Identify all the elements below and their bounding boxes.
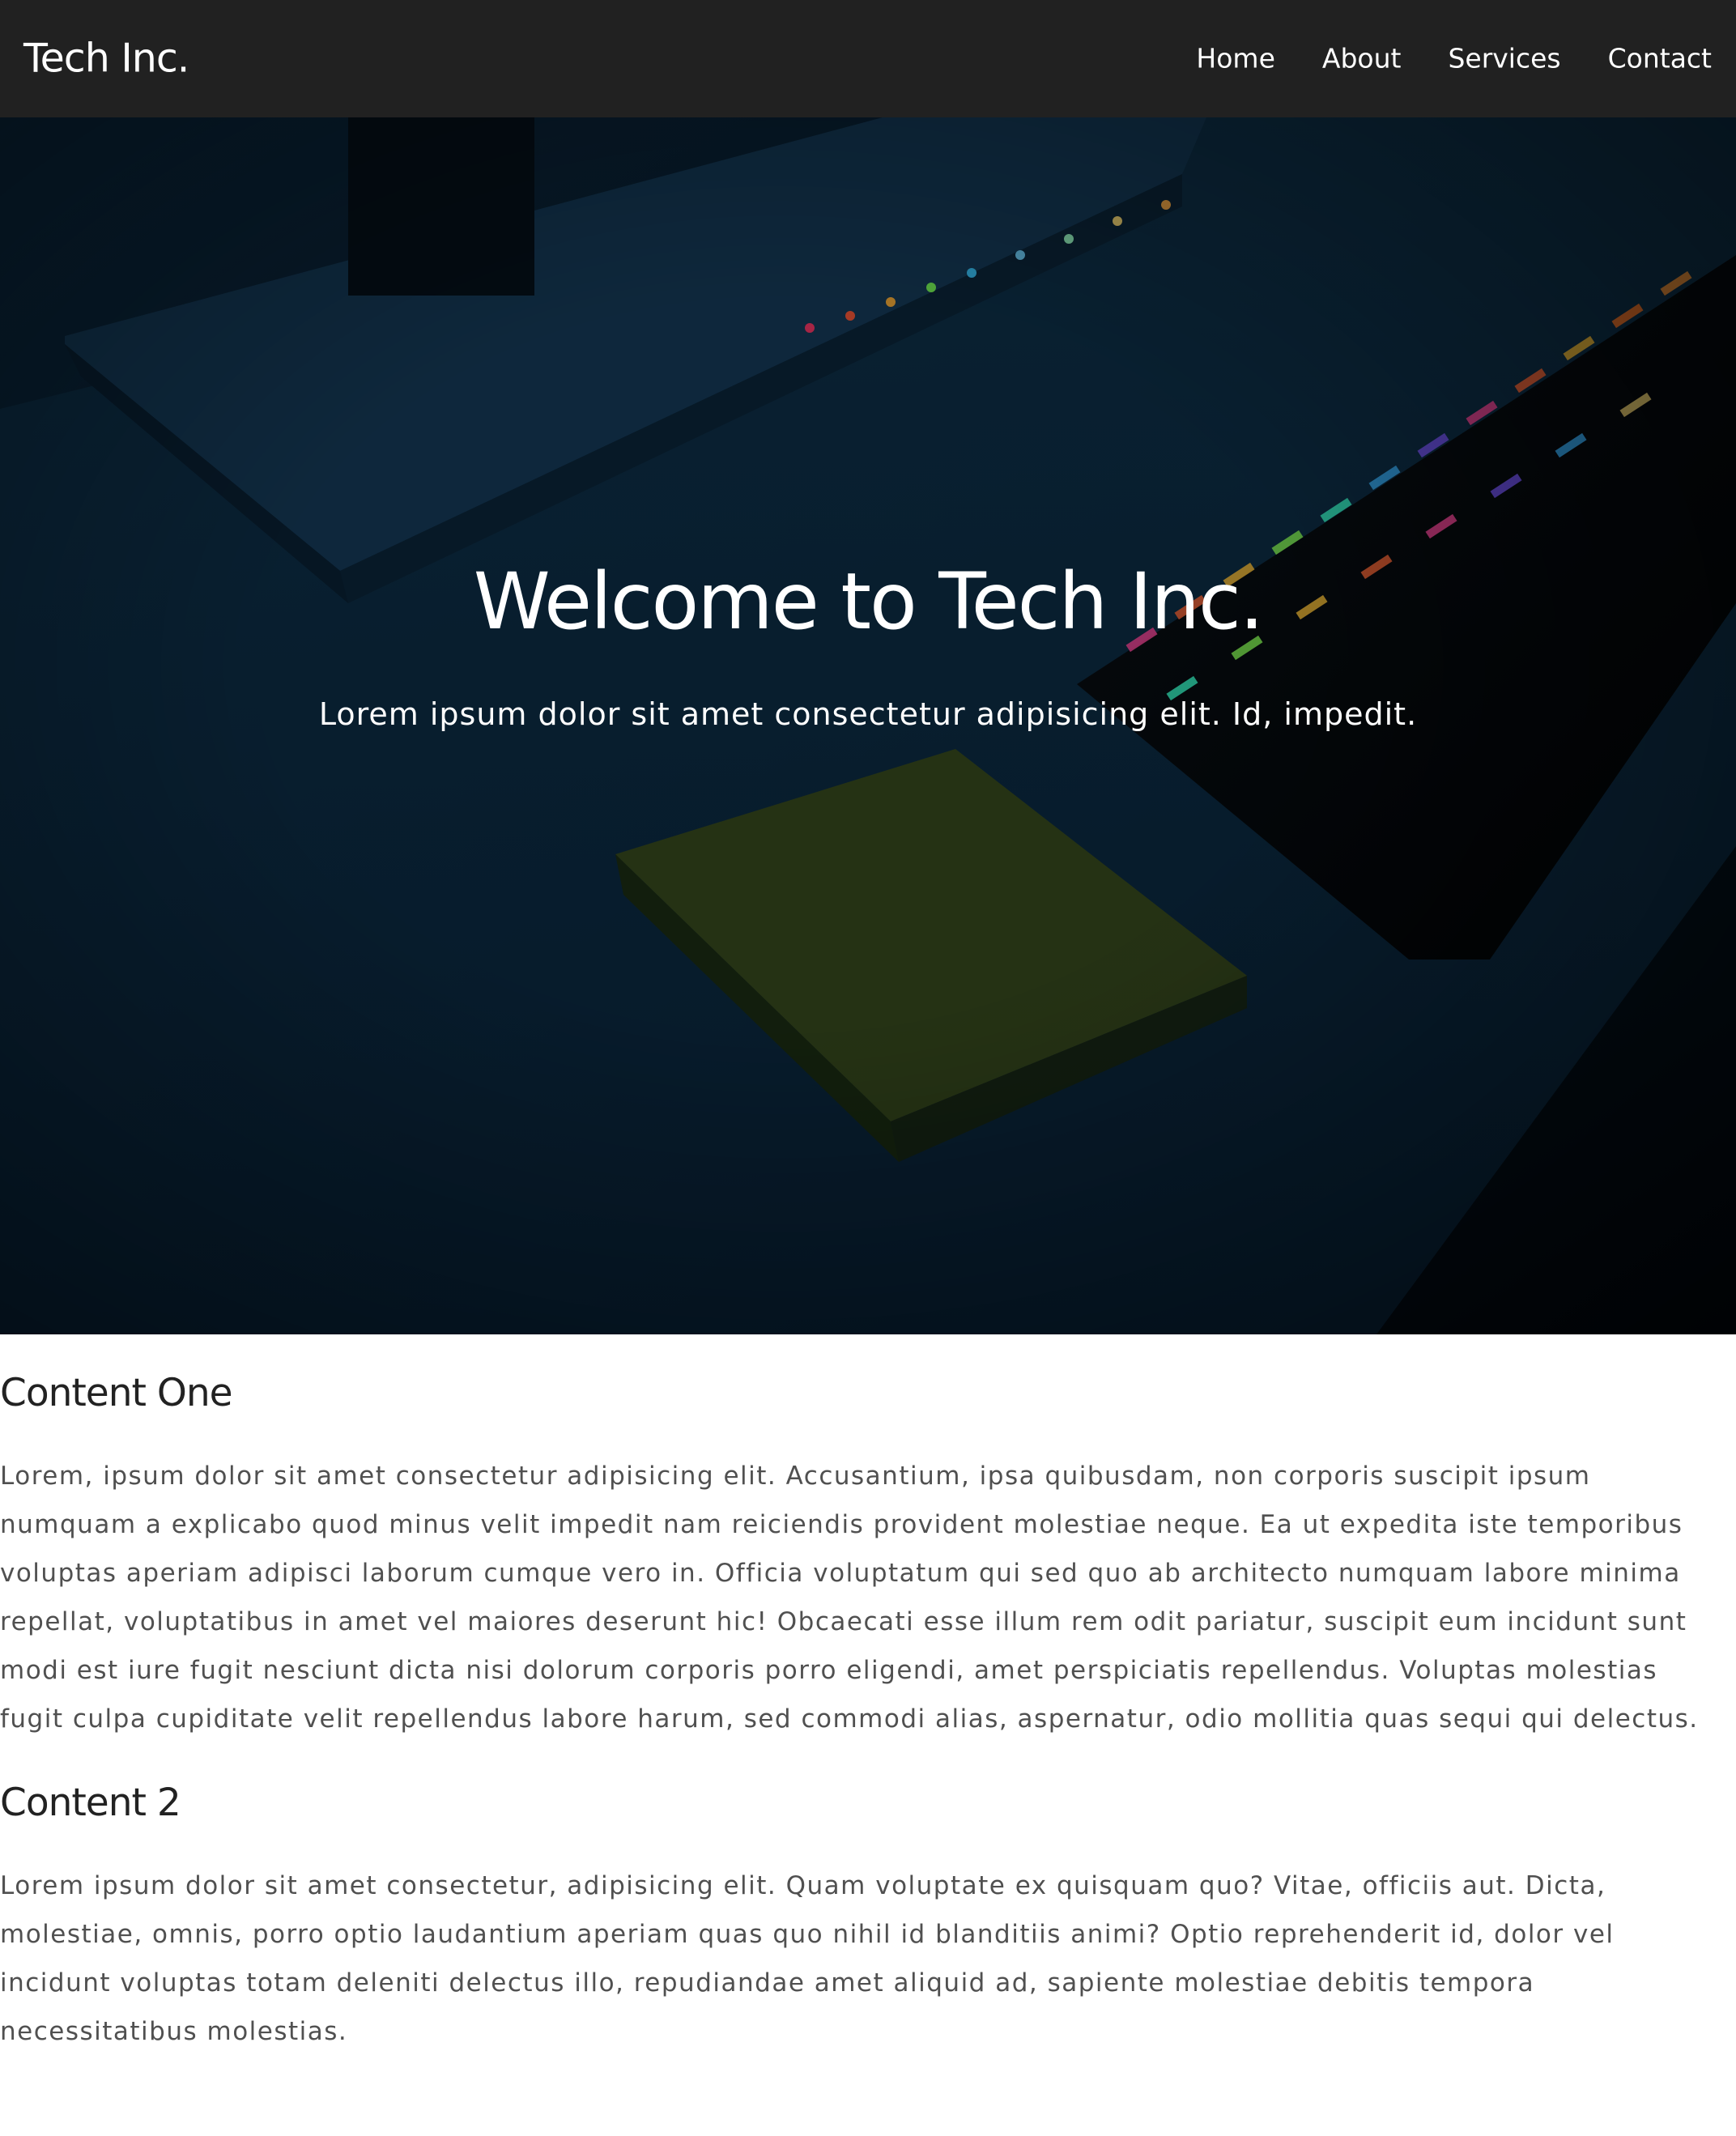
brand-logo-text[interactable]: Tech Inc. [23,39,189,79]
section-heading-content-one: Content One [0,1371,233,1415]
nav-link-about[interactable]: About [1322,43,1402,74]
nav-item-services: Services [1448,45,1560,72]
nav-link-services[interactable]: Services [1448,43,1560,74]
nav-list: Home About Services Contact [1196,45,1712,72]
section-body-content-2: Lorem ipsum dolor sit amet consectetur, … [0,1871,1615,2046]
hero-subtitle: Lorem ipsum dolor sit amet consectetur a… [318,696,1418,732]
section-heading-content-2: Content 2 [0,1781,181,1825]
nav-link-contact[interactable]: Contact [1608,43,1712,74]
hero-title: Welcome to Tech Inc. [473,556,1265,647]
nav-item-contact: Contact [1608,45,1712,72]
nav-item-home: Home [1196,45,1274,72]
section-body-content-one: Lorem, ipsum dolor sit amet consectetur … [0,1462,1699,1734]
top-navbar: Tech Inc. Home About Services Contact [0,0,1736,117]
hero-banner: Welcome to Tech Inc. Lorem ipsum dolor s… [0,117,1736,1334]
nav-item-about: About [1322,45,1402,72]
nav-link-home[interactable]: Home [1196,43,1274,74]
